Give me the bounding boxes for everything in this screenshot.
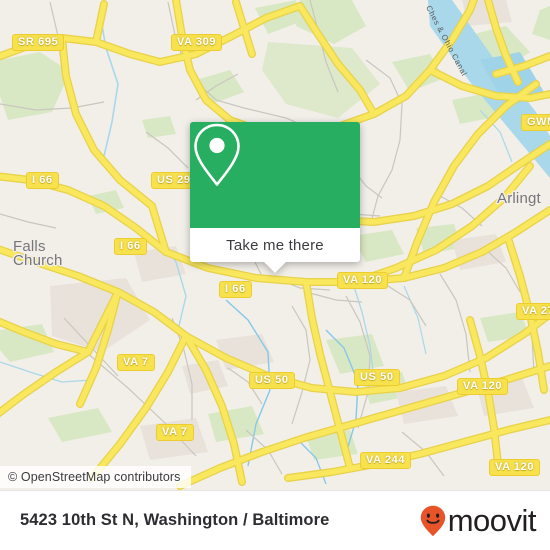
popup-arrow (264, 262, 286, 273)
road-shield-i-66-west[interactable]: I 66 (26, 172, 59, 189)
popup-header (190, 122, 360, 228)
road-shield-va-7-south[interactable]: VA 7 (156, 424, 194, 441)
road-shield-gwm[interactable]: GWM (521, 114, 550, 131)
moovit-logo[interactable]: moovit (420, 503, 537, 538)
road-shield-va-120-mid[interactable]: VA 120 (457, 378, 509, 395)
moovit-wordmark: moovit (447, 503, 537, 538)
road-shield-i-66-mid[interactable]: I 66 (114, 238, 147, 255)
road-shield-va-244[interactable]: VA 244 (360, 452, 412, 469)
map-canvas[interactable]: Ches & Ohio Canal Falls Church Arlingt SR… (0, 0, 550, 490)
road-shield-us-50-east[interactable]: US 50 (354, 369, 400, 386)
road-shield-va-27[interactable]: VA 27 (516, 303, 550, 320)
popup-action-bar[interactable]: Take me there (190, 228, 360, 262)
road-shield-va-120-south[interactable]: VA 120 (489, 459, 541, 476)
footer-bar: 5423 10th St N, Washington / Baltimore m… (0, 490, 550, 550)
place-label-arlington: Arlingt (497, 190, 541, 207)
address-label: 5423 10th St N, Washington / Baltimore (20, 511, 330, 529)
road-shield-us-50-west[interactable]: US 50 (249, 372, 295, 389)
map-pin-icon (194, 123, 240, 186)
road-shield-i-66-south[interactable]: I 66 (219, 281, 252, 298)
map-screenshot: Ches & Ohio Canal Falls Church Arlingt SR… (0, 0, 550, 550)
road-shield-va-120-north[interactable]: VA 120 (337, 272, 389, 289)
moovit-pin-icon (420, 505, 445, 536)
place-label-falls-church: Falls Church (13, 238, 63, 269)
location-popup[interactable]: Take me there (190, 122, 360, 273)
osm-attribution[interactable]: © OpenStreetMap contributors (0, 466, 191, 488)
road-shield-va-309[interactable]: VA 309 (171, 34, 223, 51)
road-shield-sr-695[interactable]: SR 695 (12, 34, 65, 51)
take-me-there-label: Take me there (226, 236, 324, 254)
road-shield-va-7-north[interactable]: VA 7 (117, 354, 155, 371)
